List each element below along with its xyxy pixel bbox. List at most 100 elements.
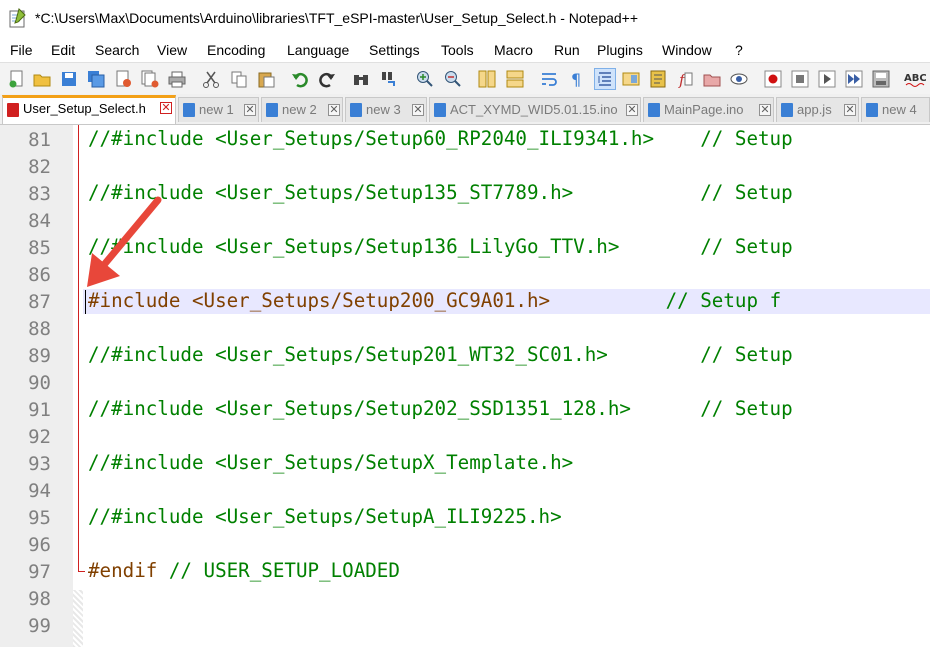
doc-map-icon[interactable] <box>620 68 642 90</box>
tab-user-setup-select[interactable]: User_Setup_Select.h ✕ <box>2 95 176 124</box>
close-tab-icon[interactable]: ✕ <box>160 102 172 114</box>
tab-new-4[interactable]: new 4 <box>861 97 930 122</box>
menu-plugins[interactable]: Plugins <box>597 42 643 58</box>
tab-app-js[interactable]: app.js ✕ <box>776 97 859 122</box>
blue-disk-icon <box>648 103 660 117</box>
line-number: 85 <box>28 237 51 259</box>
menu-encoding[interactable]: Encoding <box>207 42 265 58</box>
record-macro-icon[interactable] <box>762 68 784 90</box>
tab-label: new 3 <box>366 102 401 117</box>
menu-settings[interactable]: Settings <box>369 42 420 58</box>
menu-tools[interactable]: Tools <box>441 42 474 58</box>
sync-vertical-icon[interactable] <box>476 68 498 90</box>
menu-language[interactable]: Language <box>287 42 349 58</box>
code-line: //#include <User_Setups/Setup136_LilyGo_… <box>88 235 793 259</box>
menu-window[interactable]: Window <box>662 42 712 58</box>
menu-bar: File Edit Search View Encoding Language … <box>0 38 930 62</box>
word-wrap-icon[interactable] <box>538 68 560 90</box>
line-number: 93 <box>28 453 51 475</box>
paste-icon[interactable] <box>255 68 277 90</box>
cut-icon[interactable] <box>200 68 222 90</box>
menu-view[interactable]: View <box>157 42 187 58</box>
line-number: 95 <box>28 507 51 529</box>
window-title: *C:\Users\Max\Documents\Arduino\librarie… <box>35 10 639 26</box>
spell-check-icon[interactable]: ABC <box>904 68 926 90</box>
code-line: //#include <User_Setups/Setup60_RP2040_I… <box>88 127 793 151</box>
open-file-icon[interactable] <box>31 68 53 90</box>
line-number: 83 <box>28 183 51 205</box>
close-tab-icon[interactable]: ✕ <box>626 104 638 116</box>
fold-guide-line <box>78 125 79 571</box>
line-number: 94 <box>28 480 51 502</box>
line-number: 96 <box>28 534 51 556</box>
blue-disk-icon <box>434 103 446 117</box>
redo-icon[interactable] <box>316 68 338 90</box>
red-disk-icon <box>7 103 19 117</box>
text-caret <box>85 290 86 314</box>
line-number: 99 <box>28 615 51 637</box>
close-tab-icon[interactable]: ✕ <box>844 104 856 116</box>
menu-search[interactable]: Search <box>95 42 139 58</box>
tab-label: new 4 <box>882 102 917 117</box>
comment: //#include <User_Setups/Setup136_LilyGo_… <box>88 235 793 258</box>
tab-label: new 2 <box>282 102 317 117</box>
replace-icon[interactable] <box>378 68 400 90</box>
tab-mainpage[interactable]: MainPage.ino ✕ <box>643 97 774 122</box>
close-tab-icon[interactable]: ✕ <box>759 104 771 116</box>
menu-run[interactable]: Run <box>554 42 580 58</box>
menu-edit[interactable]: Edit <box>51 42 75 58</box>
find-icon[interactable] <box>350 68 372 90</box>
code-line: #endif // USER_SETUP_LOADED <box>88 559 400 583</box>
menu-file[interactable]: File <box>10 42 33 58</box>
zoom-out-icon[interactable] <box>441 68 463 90</box>
line-number: 97 <box>28 561 51 583</box>
comment: //#include <User_Setups/Setup201_WT32_SC… <box>88 343 793 366</box>
line-number-gutter[interactable]: 81 82 83 84 85 86 87 88 89 90 91 92 93 9… <box>0 125 73 647</box>
zoom-in-icon[interactable] <box>413 68 435 90</box>
print-icon[interactable] <box>166 68 188 90</box>
tab-act-xymd[interactable]: ACT_XYMD_WID5.01.15.ino ✕ <box>429 97 641 122</box>
sync-horizontal-icon[interactable] <box>504 68 526 90</box>
blue-disk-icon <box>183 103 195 117</box>
tab-label: ACT_XYMD_WID5.01.15.ino <box>450 102 618 117</box>
comment: //#include <User_Setups/Setup135_ST7789.… <box>88 181 793 204</box>
close-tab-icon[interactable]: ✕ <box>328 104 340 116</box>
save-macro-icon[interactable] <box>870 68 892 90</box>
undo-icon[interactable] <box>289 68 311 90</box>
notepad-plus-plus-icon <box>9 8 26 28</box>
code-line-active-include: #include <User_Setups/Setup200_GC9A01.h>… <box>88 289 781 313</box>
folder-workspace-icon[interactable] <box>701 68 723 90</box>
run-multiple-icon[interactable] <box>843 68 865 90</box>
tab-label: MainPage.ino <box>664 102 744 117</box>
line-number: 84 <box>28 210 51 232</box>
menu-help[interactable]: ? <box>735 42 743 58</box>
function-list-icon[interactable] <box>647 68 669 90</box>
tab-new-3[interactable]: new 3 ✕ <box>345 97 427 122</box>
comment: //#include <User_Setups/Setup60_RP2040_I… <box>88 127 793 150</box>
tab-new-1[interactable]: new 1 ✕ <box>178 97 259 122</box>
save-icon[interactable] <box>58 68 80 90</box>
doc-list-icon[interactable]: f <box>674 68 696 90</box>
copy-icon[interactable] <box>228 68 250 90</box>
code-line: //#include <User_Setups/Setup202_SSD1351… <box>88 397 793 421</box>
play-macro-icon[interactable] <box>816 68 838 90</box>
show-all-chars-icon[interactable]: ¶ <box>565 68 587 90</box>
comment: // Setup f <box>550 289 782 312</box>
close-icon[interactable] <box>112 68 134 90</box>
stop-record-icon[interactable] <box>789 68 811 90</box>
blue-disk-icon <box>266 103 278 117</box>
close-tab-icon[interactable]: ✕ <box>244 104 256 116</box>
line-number: 92 <box>28 426 51 448</box>
save-all-icon[interactable] <box>85 68 107 90</box>
line-number: 88 <box>28 318 51 340</box>
code-editor[interactable]: //#include <User_Setups/Setup60_RP2040_I… <box>83 125 930 647</box>
close-all-icon[interactable] <box>139 68 161 90</box>
indent-guide-icon[interactable] <box>594 68 616 90</box>
code-line: //#include <User_Setups/Setup135_ST7789.… <box>88 181 793 205</box>
line-number: 82 <box>28 156 51 178</box>
new-file-icon[interactable] <box>6 68 28 90</box>
tab-new-2[interactable]: new 2 ✕ <box>261 97 343 122</box>
close-tab-icon[interactable]: ✕ <box>412 104 424 116</box>
monitor-icon[interactable] <box>728 68 750 90</box>
menu-macro[interactable]: Macro <box>494 42 533 58</box>
